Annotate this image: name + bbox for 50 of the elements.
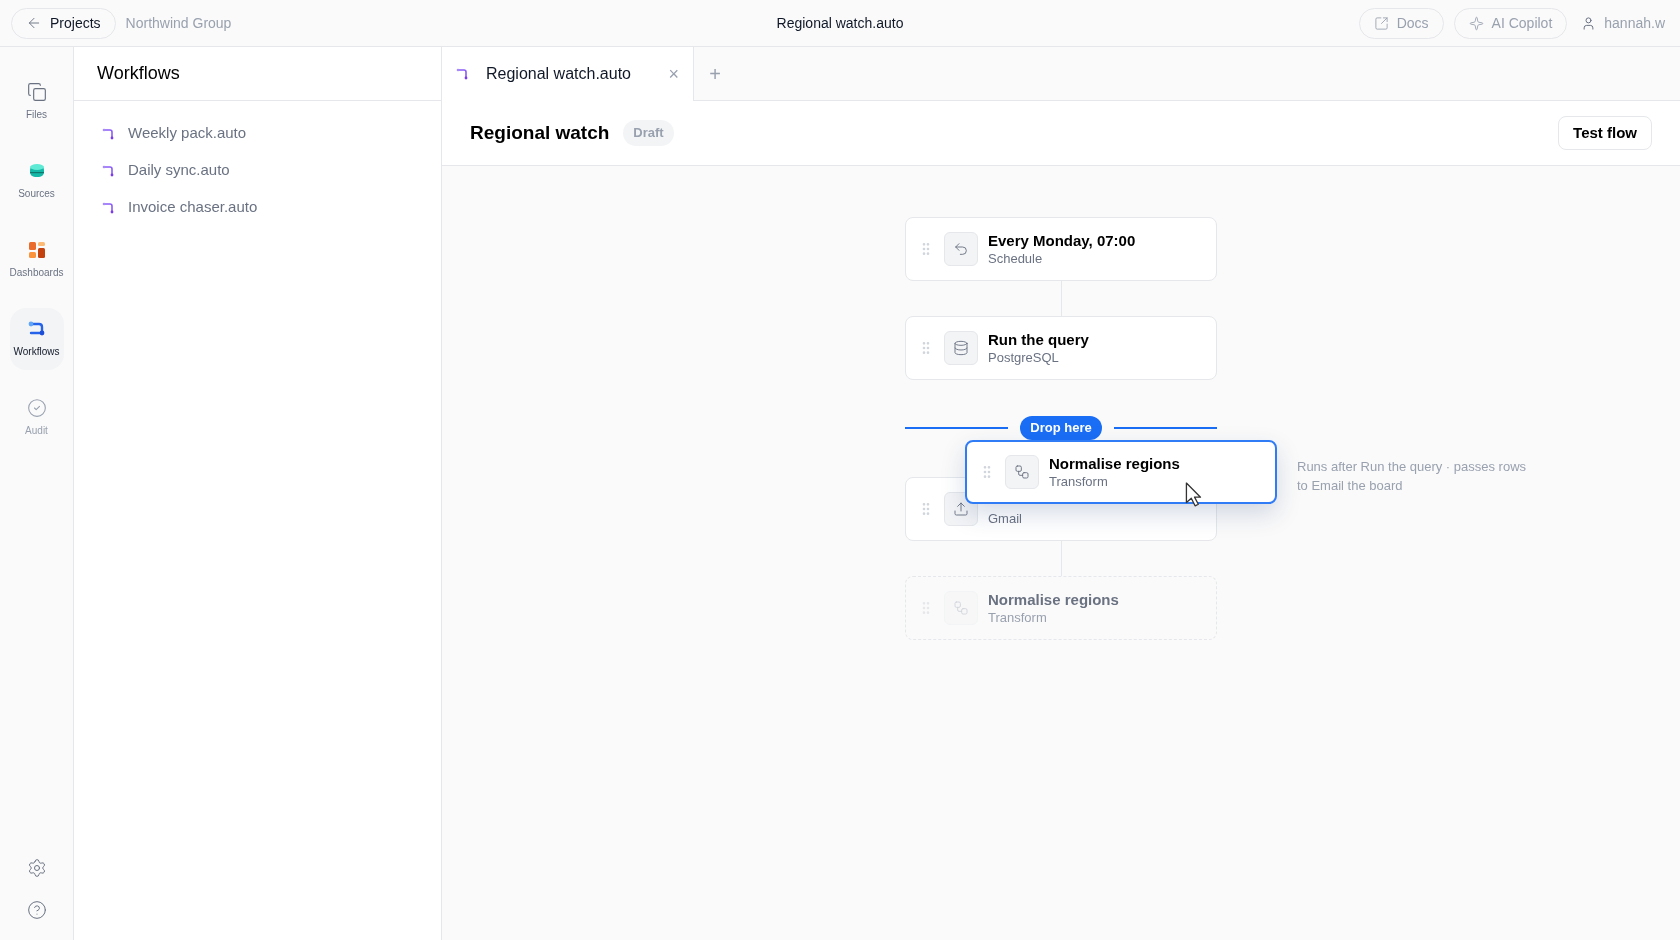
step-card[interactable]: Every Monday, 07:00 Schedule (905, 217, 1217, 281)
external-link-icon (1373, 15, 1389, 31)
return-arrow-icon (953, 241, 969, 257)
workflow-icon (456, 67, 470, 81)
test-flow-button[interactable]: Test flow (1558, 116, 1652, 150)
sparkle-icon (1468, 15, 1484, 31)
rail-item[interactable]: Workflows (9, 308, 64, 370)
help-icon[interactable] (26, 900, 47, 920)
workflow-file[interactable]: Daily sync.auto (102, 152, 413, 189)
rail-item[interactable]: Sources (9, 150, 64, 212)
nodes-icon (953, 600, 969, 616)
database-icon (953, 340, 969, 356)
rail-item[interactable]: Dashboards (9, 229, 64, 291)
dragged-step-card[interactable]: Normalise regions Transform (965, 440, 1277, 504)
drop-here-label: Drop here (1020, 416, 1102, 440)
step-title: Normalise regions (988, 590, 1119, 609)
rail-item[interactable]: Files (9, 71, 64, 133)
workflow-icon (102, 200, 116, 215)
pointer-cursor-icon (1185, 482, 1203, 508)
editor-tab[interactable]: Regional watch.auto × (442, 47, 694, 101)
user-icon (1581, 15, 1597, 31)
step-title: Every Monday, 07:00 (988, 231, 1136, 250)
document-title: Regional watch.auto (776, 13, 904, 33)
status-badge: Draft (623, 120, 674, 146)
tab-close-button[interactable]: × (668, 60, 679, 88)
step-subtitle: Gmail (988, 510, 1022, 527)
workflow-file[interactable]: Invoice chaser.auto (102, 189, 413, 226)
user-menu[interactable]: hannah.w (1577, 12, 1669, 34)
workflow-file[interactable]: Weekly pack.auto (102, 115, 413, 152)
step-subtitle: PostgreSQL (988, 349, 1060, 366)
check-icon (26, 398, 47, 418)
step-title: Normalise regions (1049, 454, 1180, 473)
workflow-icon (102, 163, 116, 178)
placeholder-step-card[interactable]: Normalise regions Transform (905, 576, 1217, 640)
panel-title: Workflows (97, 62, 180, 85)
upload-icon (953, 501, 969, 517)
step-title: Run the query (988, 330, 1089, 349)
dashboard-icon (26, 240, 47, 260)
tab-label: Regional watch.auto (486, 64, 631, 84)
step-card[interactable]: Run the query PostgreSQL (905, 316, 1217, 380)
breadcrumb-link[interactable]: Northwind Group (125, 12, 232, 34)
workflow-title: Regional watch (470, 120, 610, 145)
workflow-icon (102, 126, 116, 141)
drop-hint-text: Runs after Run the query · passes rows to Email the board (1297, 458, 1527, 495)
back-button[interactable]: Projects (11, 7, 116, 39)
step-subtitle: Transform (988, 609, 1048, 626)
step-subtitle: Schedule (988, 250, 1044, 267)
settings-icon[interactable] (26, 858, 47, 878)
nodes-icon (1014, 464, 1030, 480)
files-icon (26, 82, 47, 102)
